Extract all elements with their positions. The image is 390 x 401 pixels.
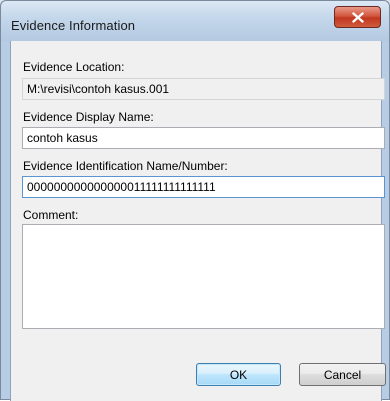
comment-label: Comment: <box>23 208 79 222</box>
close-icon <box>351 11 364 23</box>
comment-textarea[interactable] <box>22 224 385 329</box>
title-bar[interactable]: Evidence Information <box>1 1 389 41</box>
cancel-button[interactable]: Cancel <box>299 363 386 386</box>
ok-button[interactable]: OK <box>196 363 281 386</box>
evidence-location-label: Evidence Location: <box>23 60 125 74</box>
evidence-identification-input[interactable] <box>22 176 385 198</box>
evidence-location-field[interactable] <box>22 78 385 100</box>
evidence-display-name-input[interactable] <box>22 127 385 149</box>
evidence-identification-label: Evidence Identification Name/Number: <box>23 159 228 173</box>
close-button[interactable] <box>334 6 381 28</box>
evidence-information-dialog: Evidence Information Evidence Location: … <box>0 0 390 401</box>
dialog-client-area: Evidence Location: Evidence Display Name… <box>10 41 386 401</box>
dialog-title: Evidence Information <box>11 18 136 33</box>
evidence-display-name-label: Evidence Display Name: <box>23 110 154 124</box>
